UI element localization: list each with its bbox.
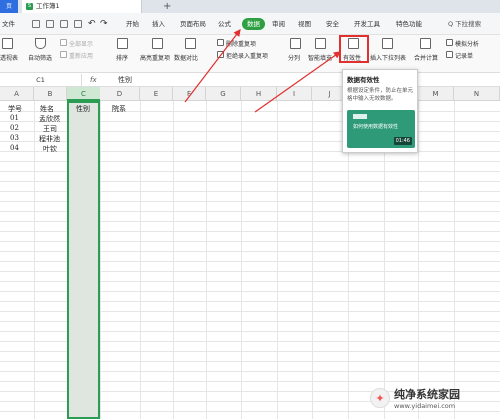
document-tab[interactable]: S 工作簿1: [22, 0, 142, 13]
remove-duplicates-button[interactable]: 删除重复项: [226, 39, 256, 48]
what-if-button[interactable]: 模拟分析: [455, 39, 479, 48]
reject-duplicates-button[interactable]: 拒绝录入重复项: [226, 51, 268, 60]
video-caption: 如何使用数据有效性: [353, 124, 399, 130]
pivot-table-button[interactable]: 透视表: [0, 53, 18, 62]
cell-b5[interactable]: 叶钦: [43, 144, 57, 154]
video-logo-icon: [353, 114, 367, 119]
col-header-g[interactable]: G: [206, 87, 241, 101]
cell-b3[interactable]: 王司: [43, 124, 57, 134]
spreadsheet-icon: S: [26, 3, 33, 10]
col-header-e[interactable]: E: [140, 87, 173, 101]
record-form-button[interactable]: 记录单: [455, 51, 473, 60]
formula-input[interactable]: 性别: [118, 73, 132, 87]
pivot-table-icon: [2, 38, 13, 49]
record-form-icon: [446, 51, 453, 58]
data-compare-button[interactable]: 数据对比: [174, 53, 198, 62]
col-header-d[interactable]: D: [100, 87, 140, 101]
col-header-h[interactable]: H: [241, 87, 277, 101]
preview-icon[interactable]: [74, 20, 82, 28]
menu-developer[interactable]: 开发工具: [354, 13, 380, 35]
document-title: 工作簿1: [36, 2, 60, 10]
undo-icon[interactable]: ↶: [88, 13, 96, 35]
cell-a1[interactable]: 学号: [8, 104, 22, 114]
file-menu[interactable]: 文件: [2, 13, 15, 35]
menu-home[interactable]: 开始: [126, 13, 139, 35]
col-header-m[interactable]: M: [418, 87, 454, 101]
menu-view[interactable]: 视图: [298, 13, 311, 35]
col-header-n[interactable]: N: [454, 87, 500, 101]
export-icon[interactable]: [46, 20, 54, 28]
new-tab-button[interactable]: +: [163, 0, 171, 13]
site-watermark: ✦ 纯净系统家园 www.yidaimei.com: [370, 385, 498, 415]
cell-a3[interactable]: 02: [10, 124, 19, 132]
home-tab[interactable]: 页: [0, 0, 18, 13]
tooltip-description: 根据设定条件，防止在单元格中输入无效数据。: [347, 88, 414, 102]
menu-formula[interactable]: 公式: [218, 13, 231, 35]
cell-b2[interactable]: 孟欣然: [39, 114, 60, 124]
highlight-duplicates-icon: [152, 38, 163, 49]
col-header-c[interactable]: C: [67, 87, 100, 101]
auto-filter-button[interactable]: 自动筛选: [28, 53, 52, 62]
sort-icon: [117, 38, 128, 49]
cell-b1[interactable]: 姓名: [40, 104, 54, 114]
name-box[interactable]: C1: [0, 74, 82, 86]
cell-a2[interactable]: 01: [10, 114, 19, 122]
col-header-f[interactable]: F: [173, 87, 206, 101]
watermark-logo-icon: ✦: [370, 388, 390, 408]
selected-column-c[interactable]: [67, 101, 100, 419]
watermark-url: www.yidaimei.com: [394, 402, 456, 410]
menu-bar: 文件 ↶ ↷ 开始 插入 页面布局 公式 数据 审阅 视图 安全 开发工具 特色…: [0, 13, 500, 35]
menu-data[interactable]: 数据: [242, 18, 265, 30]
search-box[interactable]: Q 下拉搜索: [448, 13, 481, 35]
cell-d1[interactable]: 院系: [112, 104, 126, 114]
reapply-button[interactable]: 重新应用: [69, 51, 93, 60]
fx-icon[interactable]: fx: [90, 73, 97, 87]
menu-review[interactable]: 审阅: [272, 13, 285, 35]
menu-insert[interactable]: 插入: [152, 13, 165, 35]
col-header-a[interactable]: A: [0, 87, 34, 101]
compare-icon: [185, 38, 196, 49]
highlight-duplicates-button[interactable]: 高亮重复项: [140, 53, 170, 62]
dropdown-list-icon: [382, 38, 393, 49]
menu-page-layout[interactable]: 页面布局: [180, 13, 206, 35]
split-columns-button[interactable]: 分列: [288, 53, 300, 62]
smart-fill-button[interactable]: 智能填充: [308, 53, 332, 62]
menu-security[interactable]: 安全: [326, 13, 339, 35]
formula-bar: C1 fx 性别: [0, 73, 500, 87]
cell-a5[interactable]: 04: [10, 144, 19, 152]
sort-button[interactable]: 排序: [116, 53, 128, 62]
menu-features[interactable]: 特色功能: [396, 13, 422, 35]
ribbon-toolbar: 透视表 自动筛选 全部显示 重新应用 排序 高亮重复项 数据对比 删除重复项 拒…: [0, 35, 500, 73]
show-all-icon: [60, 39, 67, 46]
cell-a4[interactable]: 03: [10, 134, 19, 142]
show-all-button[interactable]: 全部显示: [69, 39, 93, 48]
redo-icon[interactable]: ↷: [100, 13, 108, 35]
cell-b4[interactable]: 程非池: [39, 134, 60, 144]
video-duration: 01:46: [393, 137, 412, 145]
col-header-b[interactable]: B: [34, 87, 67, 101]
spreadsheet-grid[interactable]: A B C D E F G H I J K L M N 学号 01 02 03 …: [0, 87, 500, 419]
col-header-i[interactable]: I: [277, 87, 312, 101]
what-if-icon: [446, 39, 453, 46]
consolidate-button[interactable]: 合并计算: [414, 53, 438, 62]
print-icon[interactable]: [60, 20, 68, 28]
reject-duplicates-icon: [217, 51, 224, 58]
cell-c1[interactable]: 性别: [76, 104, 90, 114]
tutorial-video[interactable]: 如何使用数据有效性 01:46: [347, 110, 415, 148]
validation-highlight: [339, 35, 369, 63]
validation-tooltip: 数据有效性 根据设定条件，防止在单元格中输入无效数据。 如何使用数据有效性 01…: [342, 69, 418, 153]
split-columns-icon: [290, 38, 301, 49]
insert-dropdown-button[interactable]: 插入下拉列表: [370, 53, 406, 62]
remove-duplicates-icon: [217, 39, 224, 46]
smart-fill-icon: [315, 38, 326, 49]
tooltip-title: 数据有效性: [347, 76, 380, 84]
tab-bar: 页 S 工作簿1 +: [0, 0, 500, 13]
consolidate-icon: [420, 38, 431, 49]
filter-icon: [35, 38, 46, 49]
watermark-title: 纯净系统家园: [394, 388, 460, 401]
save-icon[interactable]: [32, 20, 40, 28]
reapply-icon: [60, 51, 67, 58]
